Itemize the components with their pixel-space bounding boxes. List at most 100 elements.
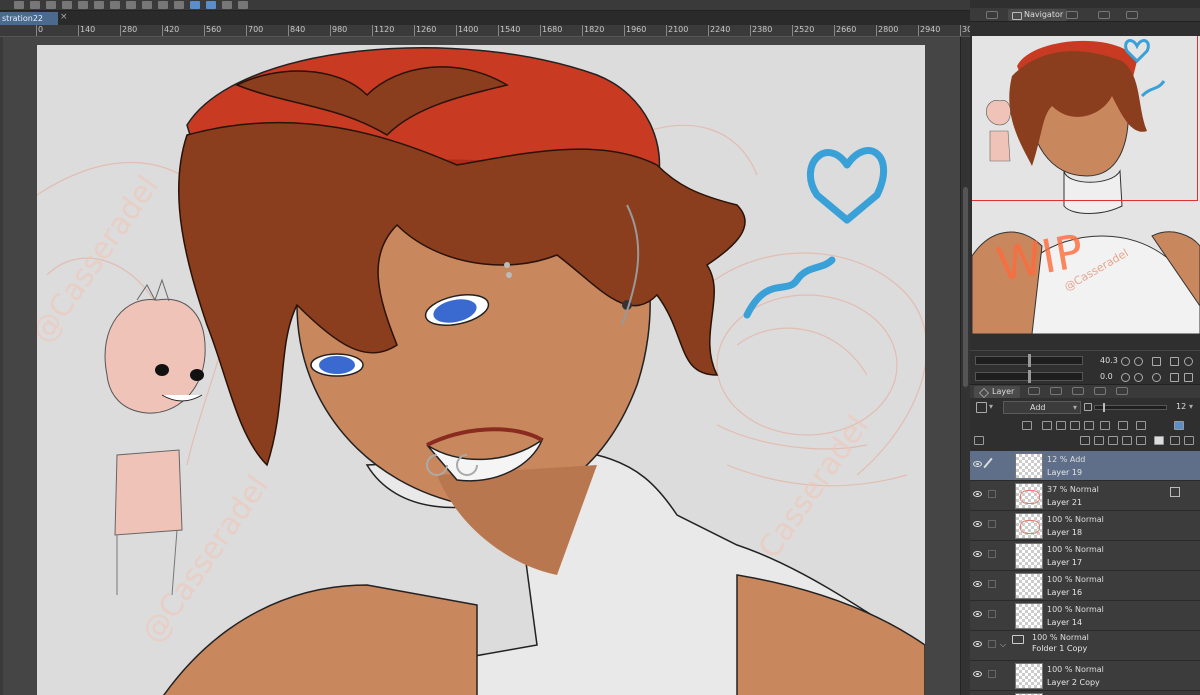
assets-icon[interactable] [238, 1, 248, 9]
fill-icon[interactable] [126, 1, 136, 9]
navigator-view-frame[interactable] [972, 36, 1198, 201]
lock-transparent-icon[interactable] [1084, 421, 1094, 430]
rotate-left-icon[interactable] [1121, 373, 1130, 382]
lock-icon[interactable] [1070, 421, 1080, 430]
subtool-tab-icon[interactable] [1066, 11, 1078, 19]
layer-row[interactable]: 10 % Normal [970, 691, 1200, 695]
palette-color-icon[interactable] [1136, 421, 1146, 430]
new-vector-layer-icon[interactable] [1094, 436, 1104, 445]
visibility-eye-icon[interactable] [973, 461, 982, 467]
save-icon[interactable] [46, 1, 56, 9]
opacity-slider-knob[interactable] [1103, 403, 1105, 412]
reference-layer-icon[interactable] [1042, 421, 1052, 430]
layer-search-icon[interactable] [1116, 387, 1128, 395]
layer-lock-checkbox[interactable] [988, 580, 996, 588]
clear-icon[interactable] [110, 1, 120, 9]
combine-down-icon[interactable] [1136, 436, 1146, 445]
layer-row[interactable]: ⌵ 100 % Normal Folder 1 Copy [970, 631, 1200, 661]
fit-icon[interactable] [1152, 357, 1161, 366]
layer-row[interactable]: 100 % Normal Layer 14 [970, 601, 1200, 631]
visibility-eye-icon[interactable] [973, 521, 982, 527]
layer-row[interactable]: 100 % Normal Layer 18 [970, 511, 1200, 541]
color-mode-icon[interactable] [976, 402, 987, 413]
scrollbar-thumb[interactable] [963, 187, 968, 387]
undo-icon[interactable] [62, 1, 72, 9]
layer-row[interactable]: 100 % Normal Layer 16 [970, 571, 1200, 601]
delete-layer-icon[interactable] [1184, 436, 1194, 445]
opacity-value[interactable]: 12 [1176, 402, 1186, 411]
loading-icon[interactable] [94, 1, 104, 9]
deselect-icon[interactable] [158, 1, 168, 9]
actual-size-icon[interactable] [1170, 357, 1179, 366]
create-mask-icon[interactable] [1154, 436, 1164, 445]
new-folder-icon[interactable] [1108, 436, 1118, 445]
blend-mode-select[interactable]: Add [1003, 401, 1081, 414]
layer-row[interactable]: 100 % Normal Layer 17 [970, 541, 1200, 571]
layer-tab[interactable]: Layer [974, 386, 1021, 398]
layer-property-tab-icon[interactable] [986, 11, 998, 19]
layer-list[interactable]: 12 % Add Layer 19 37 % Normal Layer 21 100 %… [970, 451, 1200, 695]
zoom-in-icon[interactable] [1134, 357, 1143, 366]
auto-action-tab-icon[interactable] [1072, 387, 1084, 395]
visibility-eye-icon[interactable] [973, 611, 982, 617]
zoom-out-icon[interactable] [1121, 357, 1130, 366]
flip-horizontal-icon[interactable] [1170, 373, 1179, 382]
new-raster-layer-icon[interactable] [1080, 436, 1090, 445]
apply-mask-icon[interactable] [1170, 436, 1180, 445]
open-icon[interactable] [30, 1, 40, 9]
canvas-workspace[interactable]: @Casseradel @Casseradel @Casseradel [3, 37, 960, 695]
layer-lock-checkbox[interactable] [988, 490, 996, 498]
crop-icon[interactable] [174, 1, 184, 9]
opacity-chevron-icon[interactable]: ▾ [1189, 402, 1193, 411]
color-mode-chevron-icon[interactable]: ▾ [989, 402, 993, 411]
fit-window-icon[interactable] [1184, 357, 1193, 366]
navigator-preview[interactable]: WIP @Casseradel [972, 36, 1200, 334]
visibility-eye-icon[interactable] [973, 551, 982, 557]
layer-row[interactable]: 37 % Normal Layer 21 [970, 481, 1200, 511]
info-tab-icon[interactable] [1126, 11, 1138, 19]
transform-icon[interactable] [142, 1, 152, 9]
snap-icon[interactable] [190, 1, 200, 9]
zoom-slider[interactable] [975, 354, 1083, 367]
visibility-eye-icon[interactable] [973, 641, 982, 647]
visibility-eye-icon[interactable] [973, 671, 982, 677]
visibility-eye-icon[interactable] [973, 581, 982, 587]
document-tab[interactable]: stration22 [0, 12, 58, 25]
layer-row[interactable]: 12 % Add Layer 19 [970, 451, 1200, 481]
redo-icon[interactable] [78, 1, 88, 9]
navigator-tab[interactable]: Navigator [1008, 9, 1068, 21]
snap-grid-icon[interactable] [206, 1, 216, 9]
layer-lock-checkbox[interactable] [988, 520, 996, 528]
preview-icon[interactable] [222, 1, 232, 9]
history-tab-icon[interactable] [1050, 387, 1062, 395]
rotate-right-icon[interactable] [1134, 373, 1143, 382]
flip-vertical-icon[interactable] [1184, 373, 1193, 382]
search-layer-tab-icon[interactable] [1094, 387, 1106, 395]
zoom-slider-knob[interactable] [1028, 354, 1031, 367]
mask-enable-icon[interactable] [1100, 421, 1110, 430]
opacity-slider[interactable] [1094, 403, 1167, 412]
layer-lock-checkbox[interactable] [988, 610, 996, 618]
ruler-show-icon[interactable] [1118, 421, 1128, 430]
ruler-tick [582, 25, 583, 36]
reset-rotation-icon[interactable] [1152, 373, 1161, 382]
transfer-down-icon[interactable] [1122, 436, 1132, 445]
new-icon[interactable] [14, 1, 24, 9]
vertical-scrollbar[interactable] [960, 37, 970, 695]
layer-color-icon[interactable] [1174, 421, 1184, 430]
layer-lock-checkbox[interactable] [988, 670, 996, 678]
clip-mask-icon[interactable] [1022, 421, 1032, 430]
close-tab-icon[interactable]: × [60, 12, 68, 22]
visibility-eye-icon[interactable] [973, 491, 982, 497]
draft-layer-icon[interactable] [1056, 421, 1066, 430]
layer-lock-checkbox[interactable] [988, 550, 996, 558]
sub-view-tab-icon[interactable] [1098, 11, 1110, 19]
rotate-slider[interactable] [975, 370, 1083, 383]
layer-property-tab-icon[interactable] [1028, 387, 1040, 395]
layer-row[interactable]: 100 % Normal Layer 2 Copy [970, 661, 1200, 691]
illustration-canvas[interactable]: @Casseradel @Casseradel @Casseradel [37, 45, 925, 695]
rotate-slider-knob[interactable] [1028, 370, 1031, 383]
folder-expand-icon[interactable]: ⌵ [1000, 640, 1006, 650]
panel-menu-icon[interactable] [974, 436, 984, 445]
layer-lock-checkbox[interactable] [988, 640, 996, 648]
